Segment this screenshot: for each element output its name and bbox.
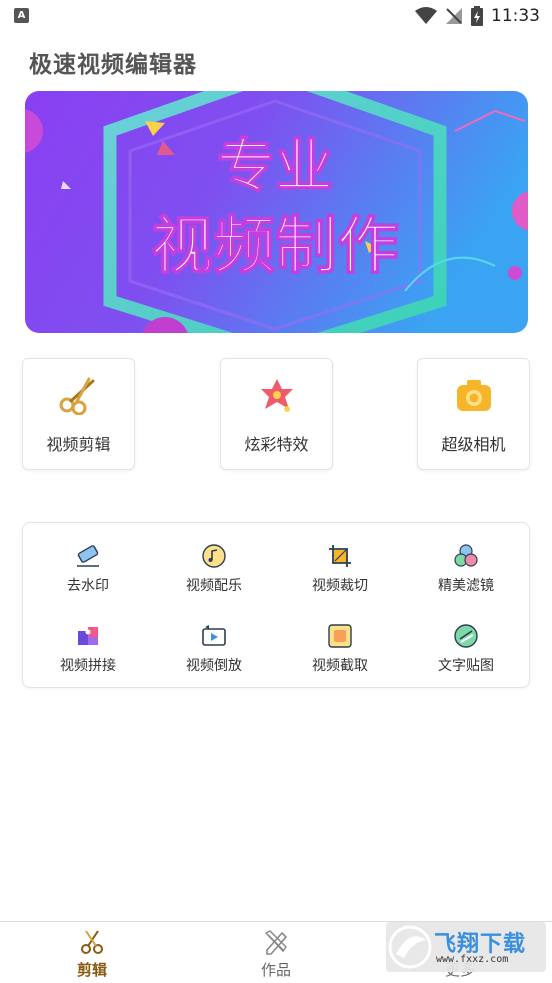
scissors-icon <box>59 377 95 415</box>
tool-label: 视频倒放 <box>186 658 242 674</box>
app-title: 极速视频编辑器 <box>29 52 197 78</box>
banner-line1: 专业 <box>217 132 333 200</box>
tool-label: 视频裁切 <box>312 578 368 594</box>
eraser-icon <box>77 545 99 567</box>
nav-label: 作品 <box>260 961 291 979</box>
watermark-url: www.fxxz.com <box>436 954 509 965</box>
wifi-icon <box>415 7 437 24</box>
puzzle-icon <box>78 627 98 645</box>
tool-filters[interactable]: 精美滤镜 <box>411 537 521 607</box>
promo-banner[interactable]: 专业 视频制作 <box>25 91 528 333</box>
status-icons: 11:33 <box>415 4 540 28</box>
nav-tab-works[interactable]: 作品 <box>216 922 336 983</box>
feature-label: 视频剪辑 <box>46 435 111 454</box>
tool-text-sticker[interactable]: 文字贴图 <box>411 617 521 687</box>
pencil-ruler-icon <box>264 930 288 955</box>
tools-panel: 去水印 视频配乐 视频裁切 精美滤镜 视频拼接 视频倒放 视频截取 文字贴图 <box>22 522 530 688</box>
tool-merge[interactable]: 视频拼接 <box>33 617 143 687</box>
tool-capture[interactable]: 视频截取 <box>285 617 395 687</box>
filter-icon <box>454 544 478 567</box>
banner-artwork: 专业 视频制作 <box>25 91 528 333</box>
tool-label: 视频截取 <box>312 658 368 674</box>
tool-label: 去水印 <box>67 578 109 594</box>
tool-label: 精美滤镜 <box>438 578 494 594</box>
status-time: 11:33 <box>491 6 540 26</box>
camera-icon <box>457 380 491 411</box>
feature-label: 炫彩特效 <box>244 435 309 454</box>
feature-video-edit[interactable]: 视频剪辑 <box>22 358 135 470</box>
battery-icon <box>471 6 483 26</box>
tool-music[interactable]: 视频配乐 <box>159 537 269 607</box>
reverse-play-icon <box>202 625 226 646</box>
nav-tab-edit[interactable]: 剪辑 <box>32 922 152 983</box>
feature-camera[interactable]: 超级相机 <box>417 358 530 470</box>
tool-reverse[interactable]: 视频倒放 <box>159 617 269 687</box>
feature-label: 超级相机 <box>441 435 506 454</box>
nav-label: 剪辑 <box>76 961 107 979</box>
tool-remove-watermark[interactable]: 去水印 <box>33 537 143 607</box>
app-notification-icon: A <box>14 8 29 23</box>
banner-line2: 视频制作 <box>151 209 399 282</box>
site-watermark: 飞翔下载 www.fxxz.com <box>386 922 546 972</box>
scissors-icon <box>81 930 103 954</box>
sparkle-icon <box>261 379 293 412</box>
crop-icon <box>329 545 351 567</box>
no-signal-icon <box>446 8 462 24</box>
tool-crop[interactable]: 视频裁切 <box>285 537 395 607</box>
status-bar: A 11:33 <box>0 0 552 32</box>
tool-label: 视频配乐 <box>186 578 242 594</box>
tool-label: 视频拼接 <box>60 658 116 674</box>
sticker-icon <box>454 624 478 648</box>
capture-icon <box>328 624 352 648</box>
tool-label: 文字贴图 <box>438 658 494 674</box>
music-icon <box>202 544 226 568</box>
watermark-logo-icon <box>388 925 432 969</box>
feature-effects[interactable]: 炫彩特效 <box>220 358 333 470</box>
